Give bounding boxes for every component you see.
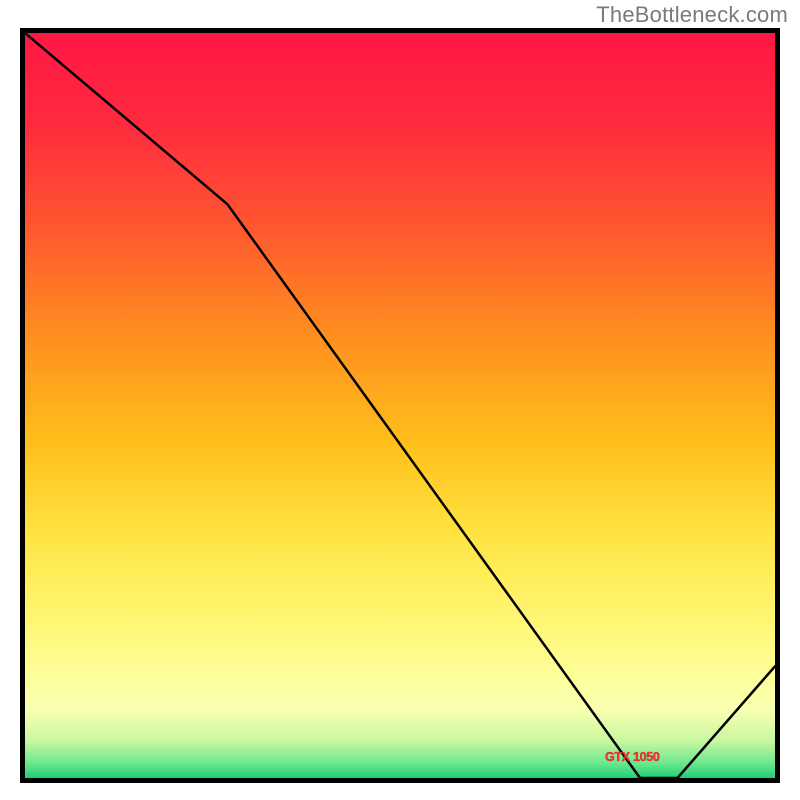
- marker-label: GTX 1050: [605, 750, 660, 764]
- watermark-text: TheBottleneck.com: [596, 2, 788, 28]
- chart-series-line: [25, 33, 775, 778]
- plot-frame: GTX 1050: [20, 28, 780, 783]
- chart-line-layer: GTX 1050: [25, 33, 775, 778]
- chart-stage: TheBottleneck.com GTX 1050: [0, 0, 800, 800]
